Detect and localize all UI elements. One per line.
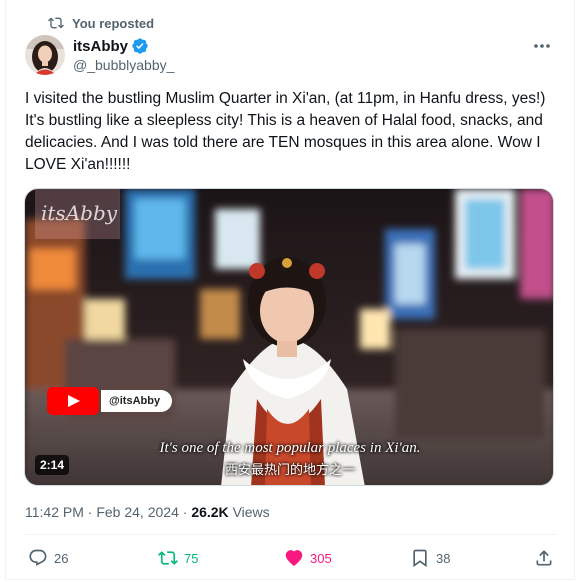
- action-bar: 26 75 305 38: [24, 545, 554, 575]
- bookmark-count: 38: [436, 550, 451, 566]
- author-name[interactable]: itsAbby: [73, 38, 128, 55]
- video-player[interactable]: itsAbby @itsAbby It's one of the most po…: [24, 188, 554, 486]
- tweet-date[interactable]: Feb 24, 2024: [96, 504, 179, 520]
- repost-count: 75: [184, 550, 199, 566]
- meta-separator: ·: [87, 504, 93, 520]
- youtube-channel-label: @itsAbby: [101, 390, 173, 412]
- like-count: 305: [310, 550, 332, 566]
- reply-button[interactable]: 26: [28, 548, 68, 568]
- tweet-meta: 11:42 PM · Feb 24, 2024 · 26.2K Views: [25, 504, 270, 520]
- more-icon: [534, 44, 550, 48]
- share-icon: [536, 550, 552, 566]
- repost-indicator: You reposted: [48, 15, 154, 31]
- video-duration: 2:14: [35, 455, 70, 475]
- repost-icon: [158, 551, 178, 565]
- like-icon: [285, 550, 303, 566]
- verified-badge-icon: [132, 38, 148, 54]
- views-label: Views: [232, 504, 270, 520]
- meta-separator-2: ·: [182, 504, 188, 520]
- share-button[interactable]: [534, 548, 554, 568]
- repost-icon: [48, 17, 64, 29]
- tweet-time[interactable]: 11:42 PM: [25, 504, 84, 520]
- more-button[interactable]: [532, 38, 552, 54]
- bookmark-icon: [413, 549, 427, 568]
- divider: [25, 534, 556, 535]
- reply-count: 26: [54, 550, 69, 566]
- avatar[interactable]: [25, 35, 65, 75]
- tweet-text: I visited the bustling Muslim Quarter in…: [25, 90, 546, 173]
- video-watermark: itsAbby: [41, 201, 118, 225]
- author-name-row[interactable]: itsAbby: [73, 37, 149, 55]
- reply-icon: [29, 549, 47, 566]
- repost-button[interactable]: 75: [158, 548, 198, 568]
- youtube-badge: @itsAbby: [47, 387, 173, 415]
- repost-label: You reposted: [72, 15, 155, 31]
- youtube-icon: [47, 387, 99, 415]
- views-count: 26.2K: [191, 504, 229, 520]
- tweet-card[interactable]: You reposted itsAbby @_bubblyabby_ I vis…: [5, 0, 575, 580]
- like-button[interactable]: 305: [284, 548, 332, 568]
- subtitle-english: It's one of the most popular places in X…: [159, 440, 421, 456]
- author-handle[interactable]: @_bubblyabby_: [73, 57, 174, 73]
- subtitle-chinese: 西安最热门的地方之一: [224, 462, 355, 477]
- bookmark-button[interactable]: 38: [410, 548, 450, 568]
